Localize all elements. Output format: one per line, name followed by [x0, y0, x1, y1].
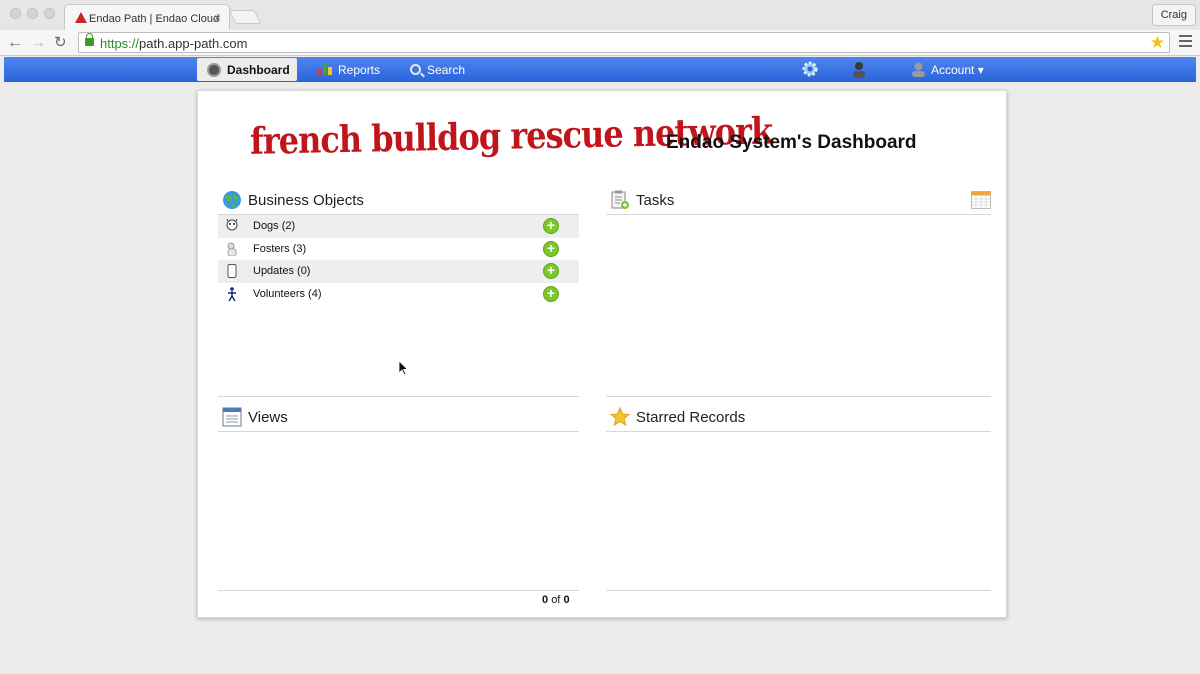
views-panel: Views — [218, 406, 579, 432]
nav-tab-label: Dashboard — [227, 63, 290, 77]
bar-chart-icon — [318, 63, 332, 76]
object-label[interactable]: Updates (0) — [253, 265, 310, 277]
object-label[interactable]: Volunteers (4) — [253, 288, 321, 300]
dog-icon — [226, 219, 238, 231]
window-zoom-dot[interactable] — [44, 8, 55, 19]
pager-current: 0 — [542, 594, 549, 606]
nav-tab-dashboard[interactable]: Dashboard — [197, 58, 297, 81]
bookmark-star-icon[interactable]: ★ — [1150, 33, 1165, 53]
page-title: Endao System's Dashboard — [666, 132, 917, 153]
object-row-fosters[interactable]: Fosters (3) + — [218, 238, 579, 261]
panel-title: Business Objects — [248, 192, 364, 209]
account-avatar-icon — [912, 62, 925, 77]
panel-title: Tasks — [636, 192, 675, 209]
account-menu[interactable]: Account ▾ — [912, 58, 984, 81]
tab-title: Endao Path | Endao Cloud — [89, 13, 220, 25]
nav-tab-search[interactable]: Search — [410, 58, 465, 81]
pager-of: of — [551, 594, 561, 606]
mouse-cursor-icon — [398, 360, 408, 376]
nav-tab-label: Search — [427, 63, 466, 77]
star-icon — [610, 407, 630, 427]
nav-tab-label: Reports — [338, 63, 381, 77]
dashboard-card: french bulldog rescue network Endao Syst… — [197, 90, 1007, 618]
app-nav-bar: Dashboard Reports Search Account ▾ — [4, 57, 1196, 82]
account-label: Account ▾ — [931, 63, 984, 77]
browser-toolbar: ← → ↻ https://path.app-path.com ★ — [0, 30, 1200, 56]
tasks-panel: Tasks — [606, 189, 991, 215]
object-label[interactable]: Fosters (3) — [253, 243, 306, 255]
settings-gear-icon[interactable] — [802, 61, 818, 77]
admin-user-icon[interactable] — [852, 61, 866, 78]
lock-icon — [85, 33, 94, 46]
url-text: https://path.app-path.com — [100, 36, 248, 51]
panel-title: Starred Records — [636, 409, 746, 426]
starred-footer-divider — [606, 590, 991, 591]
mobile-phone-icon — [227, 264, 237, 278]
browser-tab-bar: Endao Path | Endao Cloud × Craig — [0, 0, 1200, 30]
business-objects-panel: Business Objects Dogs (2) + Fosters (3) … — [218, 189, 579, 305]
add-volunteer-button[interactable]: + — [543, 285, 559, 302]
foster-icon — [227, 242, 237, 256]
views-footer-divider — [218, 590, 579, 591]
search-icon — [410, 63, 421, 75]
views-pager: 0 of 0 — [542, 594, 570, 606]
starred-records-panel: Starred Records — [606, 406, 991, 432]
nav-tab-reports[interactable]: Reports — [318, 58, 380, 81]
pager-total: 0 — [563, 594, 570, 606]
panel-divider — [606, 396, 991, 397]
window-close-dot[interactable] — [10, 8, 21, 19]
panel-title: Views — [248, 409, 288, 426]
panel-divider — [218, 396, 579, 397]
add-dog-button[interactable]: + — [543, 218, 559, 234]
new-tab-button[interactable] — [228, 10, 262, 24]
reload-icon[interactable]: ↻ — [54, 33, 67, 53]
dashboard-icon — [207, 62, 221, 77]
tab-close-icon[interactable]: × — [214, 11, 221, 25]
profile-button[interactable]: Craig — [1151, 4, 1196, 26]
window-list-icon — [222, 407, 242, 427]
calendar-icon[interactable] — [971, 191, 991, 209]
favicon-icon — [75, 12, 87, 23]
object-row-dogs[interactable]: Dogs (2) + — [218, 215, 579, 238]
back-arrow-icon[interactable]: ← — [7, 33, 23, 53]
person-icon — [228, 286, 236, 301]
object-row-updates[interactable]: Updates (0) + — [218, 260, 579, 283]
add-foster-button[interactable]: + — [543, 240, 559, 257]
forward-arrow-icon[interactable]: → — [30, 33, 46, 53]
object-row-volunteers[interactable]: Volunteers (4) + — [218, 283, 579, 306]
address-bar[interactable]: https://path.app-path.com ★ — [78, 32, 1170, 53]
browser-menu-icon[interactable] — [1179, 35, 1192, 50]
globe-icon — [223, 191, 241, 209]
object-label[interactable]: Dogs (2) — [253, 220, 295, 232]
browser-tab[interactable]: Endao Path | Endao Cloud × — [64, 4, 230, 30]
add-update-button[interactable]: + — [543, 263, 559, 279]
window-minimize-dot[interactable] — [27, 8, 38, 19]
clipboard-add-icon — [611, 190, 629, 209]
